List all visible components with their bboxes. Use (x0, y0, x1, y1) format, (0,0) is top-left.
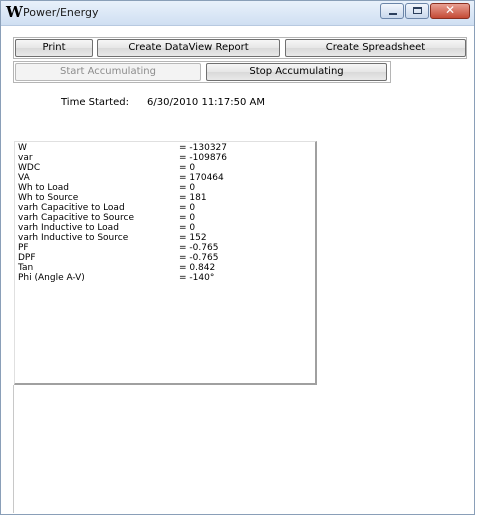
measurement-value: = -130327 (179, 143, 228, 153)
time-started-value: 6/30/2010 11:17:50 AM (147, 97, 266, 108)
title-bar[interactable]: W Power/Energy ✕ (1, 1, 474, 26)
print-button[interactable]: Print (15, 39, 93, 57)
measurement-value: = 0 (179, 163, 196, 173)
measurement-name: DPF (18, 253, 36, 263)
measurement-name: Phi (Angle A-V) (18, 273, 85, 283)
measurement-value: = -140° (179, 273, 215, 283)
time-started-label: Time Started: (61, 97, 129, 108)
measurement-value: = 152 (179, 233, 207, 243)
minimize-icon (389, 13, 397, 15)
start-accumulating-button[interactable]: Start Accumulating (15, 63, 201, 81)
measurement-name: Wh to Load (18, 183, 69, 193)
measurement-value: = -109876 (179, 153, 228, 163)
measurement-value: = -0.765 (179, 243, 219, 253)
measurement-value: = 0 (179, 203, 196, 213)
maximize-icon (413, 7, 422, 14)
window-controls: ✕ (379, 3, 470, 20)
close-icon: ✕ (444, 3, 456, 17)
measurement-name: var (18, 153, 33, 163)
measurement-value: = 0.842 (179, 263, 216, 273)
measurement-name: PF (18, 243, 29, 253)
measurement-value: = 170464 (179, 173, 224, 183)
measurement-value: = -0.765 (179, 253, 219, 263)
measurement-name: Wh to Source (18, 193, 79, 203)
maximize-button[interactable] (405, 3, 429, 19)
measurement-name: WDC (18, 163, 41, 173)
minimize-button[interactable] (380, 3, 404, 19)
measurement-name: Tan (18, 263, 34, 273)
divider (13, 385, 14, 513)
window-title: Power/Energy (23, 6, 99, 19)
measurement-name: W (18, 143, 27, 153)
measurement-name: varh Inductive to Load (18, 223, 119, 233)
measurement-name: varh Capacitive to Source (18, 213, 134, 223)
power-energy-window: W Power/Energy ✕ Print Create DataView R… (0, 0, 475, 515)
measurement-value: = 0 (179, 183, 196, 193)
measurement-name: varh Inductive to Source (18, 233, 129, 243)
close-button[interactable]: ✕ (430, 3, 470, 19)
create-spreadsheet-button[interactable]: Create Spreadsheet (285, 39, 466, 57)
measurement-value: = 0 (179, 213, 196, 223)
app-logo-icon: W (6, 3, 23, 21)
create-dataview-report-button[interactable]: Create DataView Report (97, 39, 280, 57)
measurement-value: = 181 (179, 193, 207, 203)
measurements-panel: W = -130327 var = -109876 WDC = 0 VA = 1… (14, 141, 317, 385)
measurement-name: varh Capacitive to Load (18, 203, 125, 213)
measurement-value: = 0 (179, 223, 196, 233)
measurement-name: VA (18, 173, 30, 183)
stop-accumulating-button[interactable]: Stop Accumulating (206, 63, 387, 81)
